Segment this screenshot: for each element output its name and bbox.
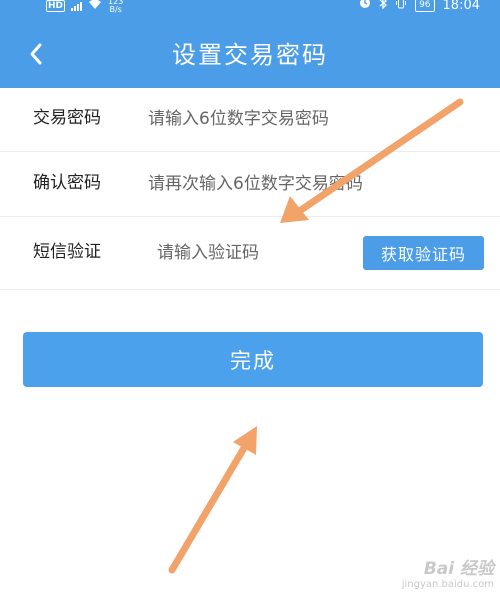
trade-password-row: 交易密码 (0, 88, 500, 152)
status-bar: HD 123 B/s 96 18:04 (0, 0, 500, 16)
page-title: 设置交易密码 (172, 41, 328, 69)
vibrate-icon (395, 0, 407, 13)
top-bar: HD 123 B/s 96 18:04 设置交易密码 (0, 0, 500, 88)
trade-password-label: 交易密码 (33, 108, 101, 128)
arrow-to-submit-icon (168, 426, 257, 574)
clock: 18:04 (442, 0, 480, 13)
wifi-icon (88, 0, 102, 13)
signal-icon (71, 1, 83, 11)
sms-code-input[interactable] (157, 241, 347, 265)
sms-code-label: 短信验证 (33, 242, 101, 262)
confirm-password-label: 确认密码 (33, 173, 101, 193)
trade-password-input[interactable] (148, 107, 478, 131)
sms-code-row: 短信验证 获取验证码 (0, 218, 500, 290)
confirm-password-row: 确认密码 (0, 153, 500, 217)
bluetooth-icon (379, 0, 388, 13)
submit-button[interactable]: 完成 (23, 332, 483, 387)
watermark-url: jingyan.baidu.com (401, 579, 494, 590)
confirm-password-input[interactable] (148, 172, 488, 196)
status-left: HD 123 B/s (46, 0, 123, 14)
alarm-icon (359, 0, 371, 13)
watermark-brand: Bai 经验 (423, 559, 494, 579)
watermark: Bai 经验 jingyan.baidu.com (402, 559, 494, 591)
hd-badge: HD (46, 0, 66, 12)
net-speed: 123 B/s (108, 0, 124, 14)
battery-icon: 96 (415, 0, 435, 12)
get-code-button[interactable]: 获取验证码 (363, 236, 484, 270)
status-right: 96 18:04 (359, 0, 480, 13)
